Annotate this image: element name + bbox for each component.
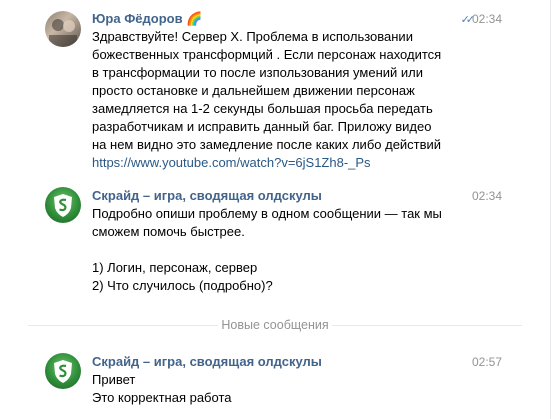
divider-line-right <box>332 325 522 326</box>
youtube-link[interactable]: https://www.youtube.com/watch?v=6jS1Zh8-… <box>92 154 452 172</box>
text-line: в трансформации то после изпользования у… <box>92 65 423 80</box>
text-line: разработчикам и исправить данный баг. Пр… <box>92 119 432 134</box>
text-line: Подробно опиши проблему в одном сообщени… <box>92 206 442 221</box>
message-text: Здравствуйте! Сервер Х. Проблема в испол… <box>92 28 452 172</box>
text-line: замедляется на 1-2 секунды большая прось… <box>92 101 433 116</box>
message-time[interactable]: 02:57 <box>472 355 502 369</box>
message-time[interactable]: 02:34 <box>472 189 502 203</box>
rainbow-icon: 🌈 <box>186 11 203 26</box>
author-name[interactable]: Юра Фёдоров <box>92 11 183 26</box>
message-author[interactable]: Скрайд – игра, сводящая олдскулы <box>92 188 322 203</box>
message-text: Привет Это корректная работа <box>92 371 452 407</box>
text-line: Это корректная работа <box>92 390 232 405</box>
double-check-icon: ✓✓ <box>460 14 476 26</box>
message-time[interactable]: 02:34 <box>472 12 502 26</box>
message-text: Подробно опиши проблему в одном сообщени… <box>92 205 452 295</box>
text-line: Привет <box>92 372 136 387</box>
shield-logo-icon <box>54 360 72 383</box>
text-line: просто остановке и дальнейшем движении п… <box>92 83 415 98</box>
shield-logo-icon <box>54 194 72 217</box>
new-messages-divider: Новые сообщения <box>28 317 522 333</box>
avatar-yura[interactable] <box>45 11 81 47</box>
message-author[interactable]: Юра Фёдоров 🌈 <box>92 11 202 27</box>
text-line: на нем видно это замедление после каких … <box>92 137 442 152</box>
user-photo-icon <box>49 19 77 47</box>
text-line: сможем помочь быстрее. <box>92 224 245 239</box>
avatar-skride[interactable] <box>45 353 81 389</box>
avatar-skride[interactable] <box>45 187 81 223</box>
text-line: божественных трансформций . Если персона… <box>92 47 442 62</box>
message-author[interactable]: Скрайд – игра, сводящая олдскулы <box>92 354 322 369</box>
text-line: 2) Что случилось (подробно)? <box>92 278 273 293</box>
text-line: 1) Логин, персонаж, сервер <box>92 260 258 275</box>
text-line: Здравствуйте! Сервер Х. Проблема в испол… <box>92 29 413 44</box>
